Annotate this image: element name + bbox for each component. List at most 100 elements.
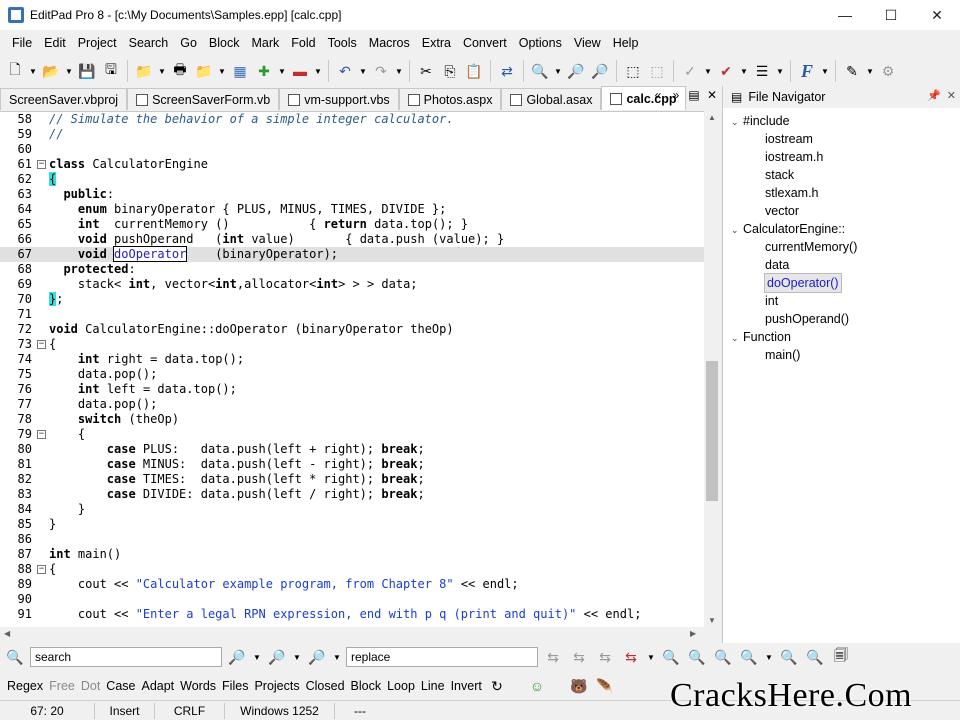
bookmark-matches-icon[interactable]: 🔍 [712,646,734,668]
syntax-dropdown-icon[interactable]: ▼ [739,60,749,82]
find-prev-button-icon[interactable]: 🔎 [306,646,328,668]
find-prev-dropdown-icon[interactable]: ▼ [332,646,342,668]
navigator-node[interactable]: pushOperand() [765,310,849,328]
clear-search-icon[interactable]: 🔍 [804,646,826,668]
find-next-button-icon[interactable]: 🔎 [266,646,288,668]
tab-photos-aspx[interactable]: Photos.aspx [398,88,502,110]
scroll-left-icon[interactable]: ◀ [4,629,10,638]
code-line[interactable]: 87 int main() [0,547,704,562]
menu-search[interactable]: Search [123,36,175,50]
macro-icon[interactable]: ☺ [526,675,548,697]
code-line[interactable]: 86 [0,532,704,547]
menu-options[interactable]: Options [513,36,568,50]
option-words[interactable]: Words [177,679,219,693]
menu-go[interactable]: Go [174,36,203,50]
option-case[interactable]: Case [103,679,138,693]
fold-toggle-icon[interactable]: − [37,160,46,169]
print-icon[interactable]: 🖶 [169,60,191,82]
settings-icon[interactable]: ⚙ [877,60,899,82]
code-line[interactable]: 62 { [0,172,704,187]
remove-file-icon[interactable]: ▬ [289,60,311,82]
code-line[interactable]: 91 cout << "Enter a legal RPN expression… [0,607,704,622]
search-mode-icon[interactable]: ↻ [486,675,508,697]
replace-prev-icon[interactable]: ⇆ [594,646,616,668]
collapse-icon[interactable]: ⌄ [731,221,743,239]
scroll-up-icon[interactable]: ▲ [704,113,720,122]
close-button[interactable]: ✕ [914,0,960,30]
encoding[interactable]: Windows 1252 [225,702,335,719]
scroll-thumb[interactable] [706,361,718,501]
prefs-dropdown-icon[interactable]: ▼ [865,60,875,82]
add-file-icon[interactable]: ✚ [253,60,275,82]
menu-view[interactable]: View [568,36,607,50]
replace-icon[interactable]: ⇆ [542,646,564,668]
find-dropdown-icon[interactable]: ▼ [553,60,563,82]
find-prev-icon[interactable]: 🔎 [589,60,611,82]
code-line[interactable]: 81 case MINUS: data.push(left - right); … [0,457,704,472]
code-line[interactable]: 71 [0,307,704,322]
redo-dropdown-icon[interactable]: ▼ [394,60,404,82]
option-projects[interactable]: Projects [251,679,302,693]
option-invert[interactable]: Invert [448,679,485,693]
fold-matches-icon[interactable]: 🔍 [686,646,708,668]
menu-tools[interactable]: Tools [322,36,363,50]
scroll-right-icon[interactable]: ▶ [690,629,696,638]
code-line[interactable]: 80 case PLUS: data.push(left + right); b… [0,442,704,457]
undo-dropdown-icon[interactable]: ▼ [358,60,368,82]
code-line[interactable]: 68 protected: [0,262,704,277]
code-line[interactable]: 67 void doOperator (binaryOperator); [0,246,704,262]
option-adapt[interactable]: Adapt [138,679,177,693]
minimize-button[interactable]: — [822,0,868,30]
paste-icon[interactable]: 📋 [463,60,485,82]
scroll-down-icon[interactable]: ▼ [704,616,720,625]
edit-preferences-icon[interactable]: ✎ [841,60,863,82]
option-free[interactable]: Free [46,679,78,693]
replace-next-icon[interactable]: ⇆ [568,646,590,668]
code-line[interactable]: 83 case DIVIDE: data.push(left / right);… [0,487,704,502]
tab-vm-support-vbs[interactable]: vm-support.vbs [279,88,399,110]
remove-dropdown-icon[interactable]: ▼ [313,60,323,82]
spell-dropdown-icon[interactable]: ▼ [703,60,713,82]
code-line[interactable]: 64 enum binaryOperator { PLUS, MINUS, TI… [0,202,704,217]
navigator-node[interactable]: data [765,256,789,274]
regex-magic-icon[interactable]: 🪶 [594,675,616,697]
folder-icon[interactable]: 📁 [193,60,215,82]
list-matches-icon[interactable]: 🔍 [738,646,760,668]
word-wrap-icon[interactable]: ☰ [751,60,773,82]
copy-icon[interactable]: ⎘ [439,60,461,82]
code-line[interactable]: 79− { [0,427,704,442]
search-history-icon[interactable]: 🗐 [830,646,852,668]
navigator-node[interactable]: int [765,292,778,310]
undo-icon[interactable]: ↶ [334,60,356,82]
save-icon[interactable]: 💾 [76,60,98,82]
search-input[interactable] [30,647,222,667]
fold-toggle-icon[interactable]: − [37,565,46,574]
find-next-dropdown-icon[interactable]: ▼ [292,646,302,668]
tab-screensaverform-vb[interactable]: ScreenSaverForm.vb [127,88,280,110]
syntax-check-icon[interactable]: ✔ [715,60,737,82]
code-editor[interactable]: 58 // Simulate the behavior of a simple i… [0,111,704,627]
code-line[interactable]: 63 public: [0,187,704,202]
tab-screensaver-vbproj[interactable]: ScreenSaver.vbproj [0,88,128,110]
navigator-node[interactable]: stlexam.h [765,184,819,202]
insert-mode[interactable]: Insert [95,702,155,719]
code-line[interactable]: 58 // Simulate the behavior of a simple i… [0,112,704,127]
save-all-icon[interactable]: 🖫 [100,60,122,82]
font-icon[interactable]: F [796,60,818,82]
option-files[interactable]: Files [219,679,251,693]
code-line[interactable]: 78 switch (theOp) [0,412,704,427]
code-line[interactable]: 66 void pushOperand (int value) { data.p… [0,232,704,247]
replace-all-icon[interactable]: ⇆ [620,646,642,668]
search-panel-icon[interactable]: 🔍 [4,646,26,668]
navigator-node[interactable]: currentMemory() [765,238,857,256]
replace-dropdown-icon[interactable]: ▼ [646,646,656,668]
menu-extra[interactable]: Extra [416,36,457,50]
code-line[interactable]: 84 } [0,502,704,517]
navigator-node[interactable]: ⌄ Function [731,328,791,346]
tab-list-icon[interactable]: ▤ [686,88,702,102]
menu-file[interactable]: File [6,36,38,50]
open-folder-icon[interactable]: 📂 [40,60,62,82]
code-line[interactable]: 89 cout << "Calculator example program, … [0,577,704,592]
code-line[interactable]: 61− class CalculatorEngine [0,157,704,172]
replace-input[interactable] [346,647,538,667]
